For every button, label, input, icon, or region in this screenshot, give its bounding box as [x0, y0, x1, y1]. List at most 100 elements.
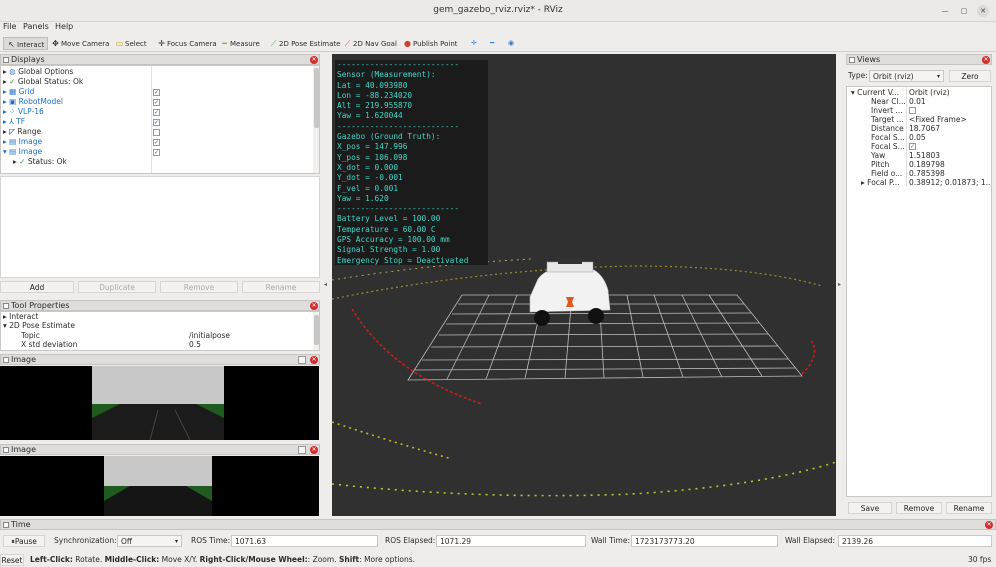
render-3d-view[interactable]: -------------------------- Sensor (Measu…: [332, 54, 836, 516]
pause-button[interactable]: ⏸Pause: [3, 535, 45, 547]
view-prop-value[interactable]: 0.01: [909, 97, 926, 107]
display-item-image-2[interactable]: ▾ ▤ Image: [3, 147, 42, 157]
pose-estimate-tool-button[interactable]: ⟋ 2D Pose Estimate: [266, 37, 343, 50]
range-checkbox[interactable]: [153, 129, 160, 136]
view-prop-key: Current V...: [857, 88, 900, 97]
display-item-robotmodel[interactable]: ▸ ▣ RobotModel: [3, 97, 63, 107]
display-item-tf[interactable]: ▸ ⅄ TF: [3, 117, 25, 127]
ros-elapsed-field[interactable]: 1071.29: [436, 535, 586, 547]
lidar-ring: [801, 338, 816, 375]
measure-icon: ━: [222, 39, 227, 48]
tool-config-icon[interactable]: ◉: [505, 37, 517, 50]
nav-goal-tool-button[interactable]: ⟋ 2D Nav Goal: [340, 37, 400, 50]
minimize-icon[interactable]: —: [939, 5, 951, 17]
view-prop-value[interactable]: 0.05: [909, 133, 926, 143]
pause-label: Pause: [14, 537, 37, 546]
views-header: Views ✕: [846, 54, 992, 65]
image-icon: ▤: [9, 137, 17, 146]
display-label: Range: [17, 127, 42, 136]
wall-time-field[interactable]: 1723173773.20: [631, 535, 778, 547]
focal-shape-checkbox[interactable]: ✓: [909, 143, 916, 150]
nav-goal-icon: ⟋: [344, 39, 351, 48]
image-2-checkbox[interactable]: ✓: [153, 149, 160, 156]
hint-text: Move X/Y.: [159, 555, 200, 564]
display-label: VLP-16: [17, 107, 44, 116]
tf-checkbox[interactable]: ✓: [153, 119, 160, 126]
hint-text: Rotate.: [72, 555, 105, 564]
display-item-image-1[interactable]: ▸ ▤ Image: [3, 137, 42, 147]
display-item-range[interactable]: ▸ ◸ Range: [3, 127, 41, 137]
view-prop-value[interactable]: 0.38912; 0.01873; 1....: [909, 178, 991, 188]
tool-prop-row[interactable]: X std deviation: [21, 340, 77, 350]
title-bar: gem_gazebo_rviz.rviz* - RViz — ▢ ✕: [0, 0, 996, 22]
ros-time-field[interactable]: 1071.63: [231, 535, 378, 547]
close-icon[interactable]: ✕: [310, 356, 318, 364]
duplicate-button[interactable]: Duplicate: [78, 281, 156, 293]
float-panel-icon[interactable]: [298, 356, 306, 364]
views-remove-button[interactable]: Remove: [896, 502, 942, 514]
move-camera-tool-button[interactable]: ✥ Move Camera: [48, 37, 112, 50]
grid-checkbox[interactable]: ✓: [153, 89, 160, 96]
display-label: RobotModel: [18, 97, 63, 106]
remove-tool-icon[interactable]: ━: [487, 37, 497, 50]
image-icon: ▤: [9, 147, 17, 156]
measure-tool-button[interactable]: ━ Measure: [217, 37, 263, 50]
wall-time-label: Wall Time:: [591, 536, 630, 545]
vlp16-checkbox[interactable]: ✓: [153, 109, 160, 116]
remove-button[interactable]: Remove: [160, 281, 238, 293]
add-tool-icon[interactable]: ✛: [468, 37, 480, 50]
collapse-right-icon[interactable]: ▸: [838, 281, 841, 288]
sync-select[interactable]: Off ▾: [117, 535, 182, 547]
add-button[interactable]: Add: [0, 281, 74, 293]
display-item-grid[interactable]: ▸ ▦ Grid: [3, 87, 34, 97]
invert-checkbox[interactable]: [909, 107, 916, 114]
publish-point-tool-button[interactable]: ● Publish Point: [400, 37, 461, 50]
maximize-icon[interactable]: ▢: [958, 5, 970, 17]
close-icon[interactable]: ✕: [310, 302, 318, 310]
tool-props-scrollbar[interactable]: [313, 312, 319, 350]
tool-prop-row[interactable]: ▾ 2D Pose Estimate: [3, 321, 75, 331]
displays-scrollbar[interactable]: [313, 66, 319, 173]
zero-button[interactable]: Zero: [949, 70, 991, 82]
close-icon[interactable]: ✕: [985, 521, 993, 529]
display-label: Status: Ok: [27, 157, 67, 166]
tool-prop-value[interactable]: 0.5: [189, 340, 201, 350]
hint-text: : Zoom.: [307, 555, 339, 564]
tool-label: Move Camera: [61, 40, 110, 48]
close-icon[interactable]: ✕: [310, 56, 318, 64]
lidar-ring: [351, 308, 483, 405]
display-item-global-status[interactable]: ▸ ✓ Global Status: Ok: [3, 77, 83, 87]
tool-label: 2D Nav Goal: [353, 40, 397, 48]
collapse-left-icon[interactable]: ◂: [324, 281, 327, 288]
column-divider: [906, 87, 907, 187]
reset-button[interactable]: Reset: [0, 554, 24, 566]
range-icon: ◸: [9, 127, 15, 136]
focus-camera-tool-button[interactable]: ✛ Focus Camera: [154, 37, 220, 50]
views-type-label: Type:: [848, 71, 868, 80]
image-panel-2-header: Image ✕: [0, 444, 320, 455]
robotmodel-checkbox[interactable]: ✓: [153, 99, 160, 106]
close-icon[interactable]: ✕: [310, 446, 318, 454]
view-type-select[interactable]: Orbit (rviz) ▾: [869, 70, 944, 82]
image-1-checkbox[interactable]: ✓: [153, 139, 160, 146]
rename-button[interactable]: Rename: [242, 281, 320, 293]
menu-help[interactable]: Help: [55, 22, 73, 31]
close-icon[interactable]: ✕: [982, 56, 990, 64]
views-save-button[interactable]: Save: [848, 502, 892, 514]
display-item-vlp16[interactable]: ▸ ⁘ VLP-16: [3, 107, 44, 117]
display-item-status-ok[interactable]: ▸ ✓ Status: Ok: [13, 157, 67, 167]
menu-file[interactable]: File: [3, 22, 16, 31]
display-item-global-options[interactable]: ▸ ◍ Global Options: [3, 67, 73, 77]
close-icon[interactable]: ✕: [977, 5, 989, 17]
overlay-line: --------------------------: [337, 121, 460, 131]
displays-header: Displays ✕: [0, 54, 320, 65]
view-prop-row[interactable]: ▸ Focal P...: [861, 178, 900, 188]
interact-tool-button[interactable]: ↖ Interact: [3, 37, 49, 50]
menu-panels[interactable]: Panels: [23, 22, 49, 31]
views-rename-button[interactable]: Rename: [946, 502, 992, 514]
wall-elapsed-field[interactable]: 2139.26: [838, 535, 992, 547]
move-camera-icon: ✥: [52, 39, 59, 48]
overlay-line: Battery Level = 100.00: [337, 214, 441, 224]
select-tool-button[interactable]: ▭ Select: [112, 37, 150, 50]
float-panel-icon[interactable]: [298, 446, 306, 454]
